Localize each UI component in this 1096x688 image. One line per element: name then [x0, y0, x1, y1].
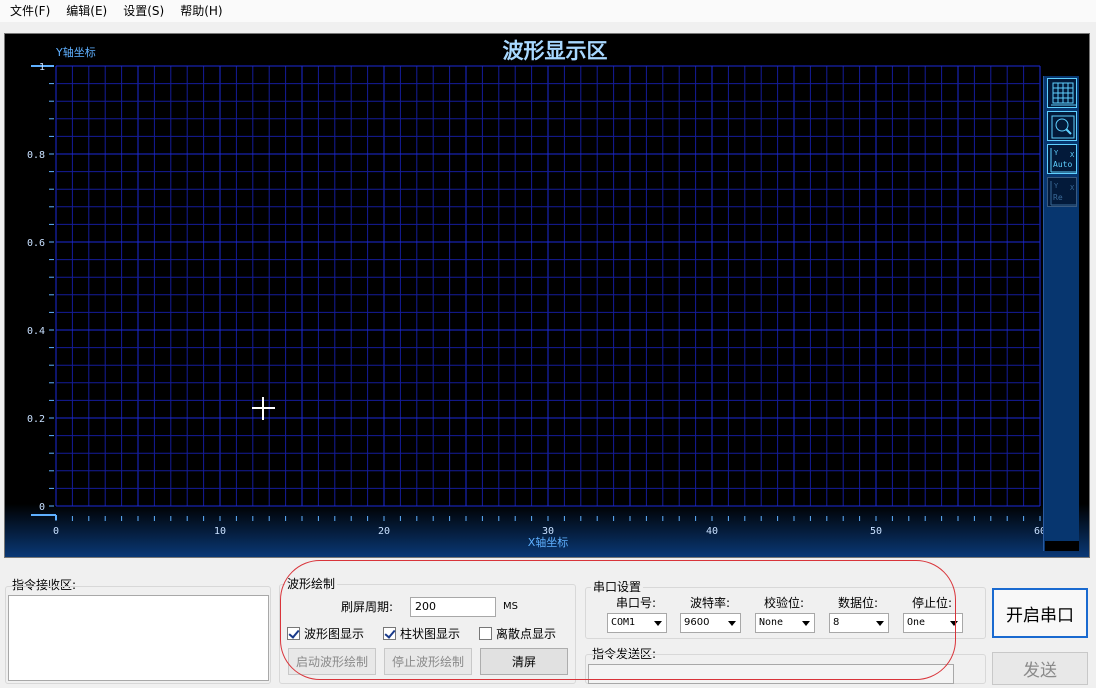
- reset-scale-icon: Y X Re: [1050, 181, 1076, 206]
- baud-label: 波特率:: [690, 596, 731, 610]
- period-label: 刷屏周期:: [341, 600, 394, 614]
- reset-scale-button[interactable]: Y X Re: [1047, 177, 1077, 207]
- recv-textarea[interactable]: [8, 595, 269, 681]
- port-label: 串口号:: [616, 596, 657, 610]
- auto-label: Auto: [1053, 160, 1072, 169]
- x-tick-label: 20: [378, 526, 390, 537]
- port-select-value: COM1: [611, 617, 636, 628]
- chart-toolbar: Y X Auto Y X Re: [1043, 76, 1079, 551]
- serial-group-label: 串口设置: [591, 580, 644, 594]
- waveform-display[interactable]: 0 0.2 0.4 0.6 0.8 1 0 10 20 30 40 50 60 Y轴坐标 X轴坐标 波形显示…: [4, 33, 1090, 558]
- x-tick-label: 40: [706, 526, 718, 537]
- wave-chart-checkbox[interactable]: 波形图显示: [287, 625, 364, 642]
- bar-chart-checkbox-label: 柱状图显示: [400, 627, 461, 641]
- stopbits-select-value: One: [907, 617, 926, 628]
- checkbox-checked-icon: [287, 627, 300, 640]
- y-tick-label: 0.8: [27, 150, 45, 161]
- svg-text:Y: Y: [1054, 149, 1059, 157]
- auto-scale-icon: Y X Auto: [1050, 148, 1076, 173]
- reset-label: Re: [1053, 193, 1063, 202]
- svg-text:X: X: [1070, 151, 1075, 159]
- x-tick-label: 50: [870, 526, 882, 537]
- toolbar-scroll-end: [1045, 541, 1079, 551]
- zoom-button[interactable]: [1047, 111, 1077, 141]
- menu-bar: 文件(F) 编辑(E) 设置(S) 帮助(H): [0, 0, 1096, 22]
- grid-icon: [1051, 82, 1076, 106]
- y-tick-label: 0: [39, 502, 45, 513]
- wave-group-label: 波形绘制: [285, 577, 338, 591]
- checkbox-checked-icon: [383, 627, 396, 640]
- menu-help[interactable]: 帮助(H): [174, 0, 228, 22]
- y-tick-label: 0.6: [27, 238, 45, 249]
- send-button[interactable]: 发送: [992, 652, 1088, 685]
- baud-select-value: 9600: [684, 617, 710, 628]
- port-select[interactable]: COM1: [607, 613, 667, 633]
- waveform-chart[interactable]: 00.20.40.60.810 10 20 30 40 50 60Y轴坐标X轴坐标: [5, 34, 1090, 558]
- period-unit: MS: [503, 601, 518, 612]
- menu-file[interactable]: 文件(F): [4, 0, 56, 22]
- chart-title: 波形显示区: [502, 38, 608, 63]
- x-axis-label: X轴坐标: [528, 535, 569, 549]
- period-input[interactable]: 200: [410, 597, 496, 617]
- menu-settings[interactable]: 设置(S): [117, 0, 170, 22]
- chevron-down-icon: [802, 621, 810, 626]
- clear-screen-button[interactable]: 清屏: [480, 648, 568, 675]
- send-input[interactable]: [588, 664, 954, 684]
- open-port-button[interactable]: 开启串口: [992, 588, 1088, 638]
- scatter-checkbox-label: 离散点显示: [496, 627, 557, 641]
- wave-chart-checkbox-label: 波形图显示: [304, 627, 365, 641]
- chevron-down-icon: [654, 621, 662, 626]
- databits-label: 数据位:: [838, 596, 879, 610]
- parity-select-value: None: [759, 617, 784, 628]
- x-tick-label: 0: [53, 526, 59, 537]
- auto-scale-button[interactable]: Y X Auto: [1047, 144, 1077, 174]
- y-tick-label: 0.4: [27, 326, 45, 337]
- databits-select-value: 8: [833, 617, 840, 628]
- y-tick-label: 0.2: [27, 414, 45, 425]
- svg-text:X: X: [1070, 184, 1075, 192]
- chevron-down-icon: [876, 621, 884, 626]
- baud-select[interactable]: 9600: [680, 613, 741, 633]
- magnifier-icon: [1051, 115, 1075, 139]
- parity-select[interactable]: None: [755, 613, 815, 633]
- x-tick-label: 10: [214, 526, 226, 537]
- scatter-checkbox[interactable]: 离散点显示: [479, 625, 556, 642]
- stop-wave-button[interactable]: 停止波形绘制: [384, 648, 472, 675]
- databits-select[interactable]: 8: [829, 613, 889, 633]
- bar-chart-checkbox[interactable]: 柱状图显示: [383, 625, 460, 642]
- grid-toggle-button[interactable]: [1047, 78, 1077, 108]
- menu-edit[interactable]: 编辑(E): [60, 0, 113, 22]
- stopbits-select[interactable]: One: [903, 613, 963, 633]
- svg-text:Y: Y: [1054, 182, 1059, 190]
- checkbox-unchecked-icon: [479, 627, 492, 640]
- stopbits-label: 停止位:: [912, 596, 953, 610]
- parity-label: 校验位:: [764, 596, 805, 610]
- chevron-down-icon: [950, 621, 958, 626]
- chevron-down-icon: [728, 621, 736, 626]
- start-wave-button[interactable]: 启动波形绘制: [288, 648, 376, 675]
